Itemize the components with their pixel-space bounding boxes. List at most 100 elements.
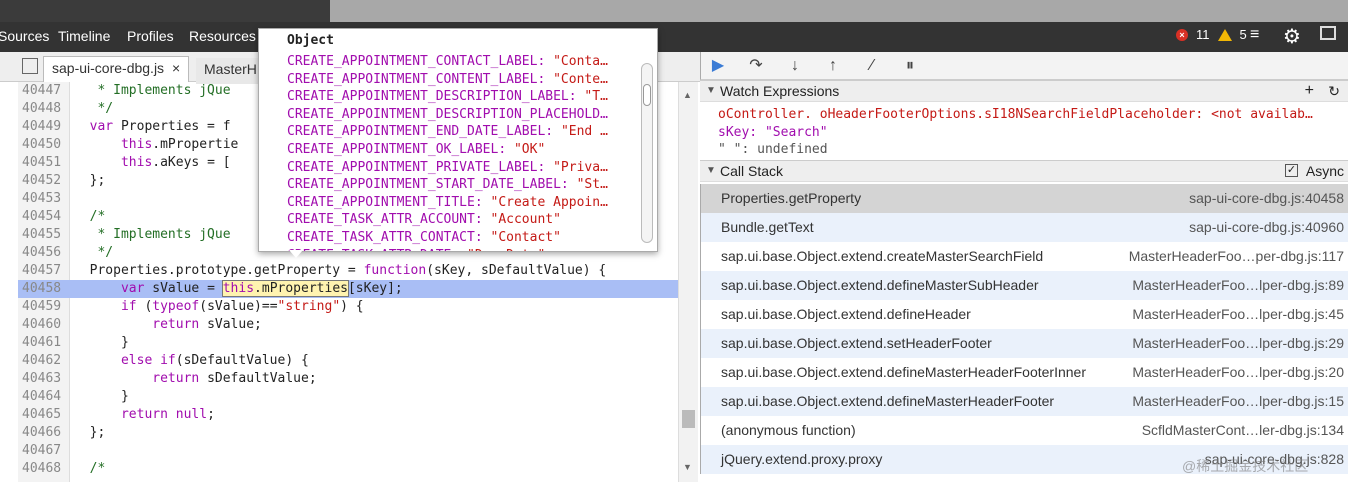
- nav-sources[interactable]: Sources: [0, 28, 49, 44]
- status-counters[interactable]: × 11 5: [1176, 27, 1247, 42]
- resume-icon[interactable]: ▶: [707, 56, 729, 76]
- popover-property-row[interactable]: CREATE_APPOINTMENT_START_DATE_LABEL: "St…: [287, 176, 608, 194]
- line-number[interactable]: 40468: [18, 460, 68, 478]
- call-frame[interactable]: sap.ui.base.Object.extend.defineMasterHe…: [700, 358, 1348, 387]
- top-strip-light: [330, 0, 1348, 22]
- source-line[interactable]: 40463 return sDefaultValue;: [18, 370, 678, 388]
- line-number[interactable]: 40453: [18, 190, 68, 208]
- source-line[interactable]: 40465 return null;: [18, 406, 678, 424]
- source-line[interactable]: 40457 Properties.prototype.getProperty =…: [18, 262, 678, 280]
- source-line[interactable]: 40466 };: [18, 424, 678, 442]
- popover-property-row[interactable]: CREATE_APPOINTMENT_DESCRIPTION_LABEL: "T…: [287, 88, 608, 106]
- step-over-icon[interactable]: ↷: [745, 56, 767, 76]
- scroll-down-icon[interactable]: ▼: [683, 462, 692, 472]
- call-frame[interactable]: sap.ui.base.Object.extend.defineMasterSu…: [700, 271, 1348, 300]
- source-line[interactable]: 40462 else if(sDefaultValue) {: [18, 352, 678, 370]
- line-number[interactable]: 40451: [18, 154, 68, 172]
- toggle-navigator-icon[interactable]: [22, 58, 38, 74]
- line-number[interactable]: 40456: [18, 244, 68, 262]
- popover-property-row[interactable]: CREATE_APPOINTMENT_DESCRIPTION_PLACEHOLD…: [287, 106, 608, 124]
- source-line[interactable]: 40468 /*: [18, 460, 678, 478]
- call-frame-location[interactable]: ScfldMasterCont…ler-dbg.js:134: [1142, 416, 1344, 445]
- popover-property-row[interactable]: CREATE_APPOINTMENT_PRIVATE_LABEL: "Priva…: [287, 159, 608, 177]
- popover-property-row[interactable]: CREATE_APPOINTMENT_CONTACT_LABEL: "Conta…: [287, 53, 608, 71]
- line-number[interactable]: 40460: [18, 316, 68, 334]
- source-line[interactable]: 40467: [18, 442, 678, 460]
- call-frame-location[interactable]: MasterHeaderFoo…lper-dbg.js:15: [1132, 387, 1344, 416]
- popover-property-row[interactable]: CREATE_TASK_ATTR_CONTACT: "Contact": [287, 229, 561, 247]
- popover-scrollbar[interactable]: [641, 63, 653, 243]
- property-key: CREATE_APPOINTMENT_START_DATE_LABEL:: [287, 177, 577, 193]
- refresh-icon[interactable]: ↻: [1328, 81, 1340, 101]
- nav-timeline[interactable]: Timeline: [58, 28, 110, 44]
- pause-on-exceptions-icon[interactable]: ⏸: [899, 56, 921, 76]
- call-frame[interactable]: sap.ui.base.Object.extend.setHeaderFoote…: [700, 329, 1348, 358]
- watch-expressions-header[interactable]: ▼ Watch Expressions + ↻: [700, 80, 1348, 102]
- dock-icon[interactable]: [1320, 26, 1336, 40]
- call-frame-location[interactable]: MasterHeaderFoo…lper-dbg.js:20: [1132, 358, 1344, 387]
- step-out-icon[interactable]: ↑: [822, 56, 844, 76]
- tab-sap-ui-core[interactable]: sap-ui-core-dbg.js ×: [43, 56, 190, 82]
- line-number[interactable]: 40463: [18, 370, 68, 388]
- popover-property-row[interactable]: CREATE_APPOINTMENT_END_DATE_LABEL: "End …: [287, 123, 608, 141]
- line-number[interactable]: 40465: [18, 406, 68, 424]
- line-number[interactable]: 40454: [18, 208, 68, 226]
- editor-scrollbar-thumb[interactable]: [682, 410, 695, 428]
- tab-masterheader[interactable]: MasterH: [196, 58, 265, 84]
- popover-property-row[interactable]: CREATE_APPOINTMENT_OK_LABEL: "OK": [287, 141, 545, 159]
- call-frame[interactable]: (anonymous function) ScfldMasterCont…ler-…: [700, 416, 1348, 445]
- line-number[interactable]: 40448: [18, 100, 68, 118]
- popover-scrollbar-thumb[interactable]: [643, 84, 651, 106]
- popover-property-row[interactable]: CREATE_APPOINTMENT_TITLE: "Create Appoin…: [287, 194, 608, 212]
- async-checkbox[interactable]: ✓: [1285, 164, 1298, 177]
- call-frame[interactable]: sap.ui.base.Object.extend.defineHeader Ma…: [700, 300, 1348, 329]
- editor-scrollbar[interactable]: ▲ ▼: [678, 82, 698, 482]
- watch-title: Watch Expressions: [720, 83, 840, 99]
- source-line[interactable]: 40459 if (typeof(sValue)=="string") {: [18, 298, 678, 316]
- nav-profiles[interactable]: Profiles: [127, 28, 174, 44]
- call-frame-location[interactable]: MasterHeaderFoo…lper-dbg.js:89: [1132, 271, 1344, 300]
- line-number[interactable]: 40449: [18, 118, 68, 136]
- call-frame-location[interactable]: MasterHeaderFoo…per-dbg.js:117: [1129, 242, 1344, 271]
- object-popover[interactable]: Object CREATE_APPOINTMENT_CONTACT_LABEL:…: [258, 28, 658, 252]
- popover-property-row[interactable]: CREATE_APPOINTMENT_CONTENT_LABEL: "Conte…: [287, 71, 608, 89]
- call-frame-location[interactable]: sap-ui-core-dbg.js:40458: [1189, 184, 1344, 213]
- watch-expression[interactable]: oController. oHeaderFooterOptions.sI18NS…: [718, 106, 1313, 123]
- line-number[interactable]: 40458: [18, 280, 68, 298]
- call-frame[interactable]: Bundle.getText sap-ui-core-dbg.js:40960: [700, 213, 1348, 242]
- line-number[interactable]: 40466: [18, 424, 68, 442]
- close-icon[interactable]: ×: [172, 60, 180, 76]
- call-stack-header[interactable]: ▼ Call Stack ✓ Async: [700, 160, 1348, 182]
- source-line[interactable]: 40464 }: [18, 388, 678, 406]
- console-drawer-icon[interactable]: ≡: [1250, 26, 1259, 44]
- add-expression-icon[interactable]: +: [1305, 81, 1314, 101]
- popover-property-row[interactable]: CREATE_TASK_ATTR_ACCOUNT: "Account": [287, 211, 561, 229]
- call-frame-location[interactable]: sap-ui-core-dbg.js:40960: [1189, 213, 1344, 242]
- line-number[interactable]: 40462: [18, 352, 68, 370]
- line-number[interactable]: 40447: [18, 82, 68, 100]
- line-number[interactable]: 40457: [18, 262, 68, 280]
- gear-icon[interactable]: ⚙: [1283, 24, 1301, 49]
- popover-property-row[interactable]: CREATE_TASK_ATTR_DATE: "Due Date": [287, 247, 545, 251]
- line-number[interactable]: 40450: [18, 136, 68, 154]
- source-line[interactable]: 40460 return sValue;: [18, 316, 678, 334]
- call-frame[interactable]: sap.ui.base.Object.extend.defineMasterHe…: [700, 387, 1348, 416]
- watch-expression[interactable]: sKey: "Search": [718, 124, 828, 141]
- call-frame-location[interactable]: MasterHeaderFoo…lper-dbg.js:45: [1132, 300, 1344, 329]
- nav-resources[interactable]: Resources: [189, 28, 256, 44]
- deactivate-breakpoints-icon[interactable]: ∕: [861, 56, 883, 76]
- step-into-icon[interactable]: ↓: [784, 56, 806, 76]
- line-number[interactable]: 40455: [18, 226, 68, 244]
- line-number[interactable]: 40452: [18, 172, 68, 190]
- watch-expression[interactable]: " ": undefined: [718, 141, 828, 158]
- call-frame[interactable]: Properties.getProperty sap-ui-core-dbg.js…: [700, 184, 1348, 213]
- call-frame-location[interactable]: MasterHeaderFoo…lper-dbg.js:29: [1132, 329, 1344, 358]
- source-line[interactable]: 40461 }: [18, 334, 678, 352]
- line-number[interactable]: 40467: [18, 442, 68, 460]
- line-number[interactable]: 40459: [18, 298, 68, 316]
- scroll-up-icon[interactable]: ▲: [683, 90, 692, 100]
- source-line[interactable]: 40458 var sValue = this.mProperties[sKey…: [18, 280, 678, 298]
- line-number[interactable]: 40461: [18, 334, 68, 352]
- call-frame[interactable]: sap.ui.base.Object.extend.createMasterSe…: [700, 242, 1348, 271]
- line-number[interactable]: 40464: [18, 388, 68, 406]
